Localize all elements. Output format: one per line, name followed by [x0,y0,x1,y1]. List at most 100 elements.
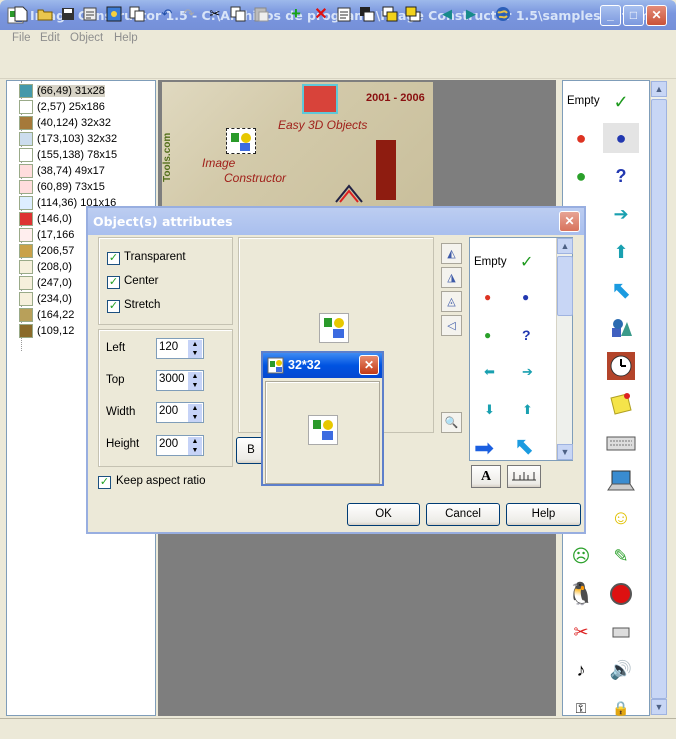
palette-scrollbar[interactable]: ▲ ▼ [650,81,667,715]
copy-icon[interactable] [229,5,247,23]
scroll-thumb[interactable] [557,256,573,316]
tree-item[interactable]: (66,49) 31x28 [19,83,105,99]
scroll-thumb[interactable] [651,99,667,699]
menu-object[interactable]: Object [70,32,103,44]
tree-item[interactable]: (17,166 [19,227,74,243]
left-input[interactable] [159,341,187,353]
add-icon[interactable]: + [287,4,305,23]
green-dot-icon[interactable]: ● [484,328,491,342]
big-arrow-up-left-icon[interactable]: ⬉ [514,432,534,461]
arrow-right-icon[interactable]: ➔ [522,364,533,380]
keep-aspect-checkbox[interactable]: ✓ [98,476,111,489]
note-icon[interactable] [603,389,639,419]
tree-item[interactable]: (109,12 [19,323,74,339]
scroll-up-icon[interactable]: ▲ [651,81,667,97]
flip-up-icon[interactable]: ◭ [441,243,462,264]
send-back-icon[interactable] [404,5,422,23]
tree-item[interactable]: (247,0) [19,275,72,291]
flip-left-icon[interactable]: ◁ [441,315,462,336]
height-spinner[interactable]: ▲ ▼ [156,435,204,456]
red-button-icon[interactable] [603,579,639,609]
spin-down-icon[interactable]: ▼ [188,413,202,422]
tree-item[interactable]: (173,103) 32x32 [19,131,117,147]
font-button[interactable]: A [471,465,501,488]
sad-face-icon[interactable]: ☹ [563,541,599,571]
red-dot-icon[interactable]: ● [484,290,491,304]
question-icon[interactable]: ? [522,327,531,343]
paste-icon[interactable] [252,5,270,23]
spin-down-icon[interactable]: ▼ [188,446,202,455]
dialog-palette-list[interactable]: Empty ✓ ● ● ● ? ⬅ ➔ ⬇ ⬆ ➡ ⬉ ▲ ▼ [469,237,573,462]
speaker-icon[interactable]: 🔊 [603,655,639,685]
music-note-icon[interactable]: ♪ [563,655,599,685]
checkmark-icon[interactable]: ✓ [603,87,639,117]
help-button[interactable]: Help [506,503,581,526]
spin-up-icon[interactable]: ▲ [188,404,202,413]
spin-up-icon[interactable]: ▲ [188,340,202,349]
cancel-button[interactable]: Cancel [426,503,500,526]
spin-up-icon[interactable]: ▲ [188,372,202,381]
checkmark-icon[interactable]: ✓ [520,252,533,272]
laptop-icon[interactable] [603,465,639,495]
zoom-icon[interactable]: 🔍 [441,412,462,433]
small-arrow-up-icon[interactable]: ⬆ [603,237,639,267]
top-input[interactable] [159,373,187,385]
properties-icon[interactable] [81,5,99,23]
keyboard-icon[interactable] [603,427,639,457]
tree-item[interactable]: (38,74) 49x17 [19,163,105,179]
tree-item[interactable]: (164,22 [19,307,74,323]
arrow-left-icon[interactable]: ◀ [438,5,456,23]
scroll-up-icon[interactable]: ▲ [557,238,573,254]
left-spinner[interactable]: ▲ ▼ [156,338,204,359]
spin-down-icon[interactable]: ▼ [188,349,202,358]
small-keyboard-icon[interactable] [603,617,639,647]
save-icon[interactable] [59,5,77,23]
clock-icon[interactable] [603,351,639,381]
blue-dot-icon[interactable]: ● [522,290,529,304]
center-checkbox[interactable]: ✓ [107,276,120,289]
tree-item[interactable]: (206,57 [19,243,74,259]
clipboard-icon[interactable] [335,5,353,23]
flip-diagonal-icon[interactable]: ◮ [441,267,462,288]
spin-up-icon[interactable]: ▲ [188,437,202,446]
3d-shapes-icon[interactable] [603,313,639,343]
ruler-button[interactable] [507,465,541,488]
scissors-icon[interactable]: ✂ [563,617,599,647]
big-arrow-icon[interactable]: ⬉ [603,275,639,305]
globe-icon[interactable] [494,5,512,23]
tree-item[interactable]: (234,0) [19,291,72,307]
question-icon[interactable]: ? [603,161,639,191]
copy-image-icon[interactable] [128,5,146,23]
tree-item[interactable]: (208,0) [19,259,72,275]
scroll-down-icon[interactable]: ▼ [557,444,573,460]
close-button[interactable]: ✕ [646,5,667,26]
tree-item[interactable]: (60,89) 73x15 [19,179,105,195]
delete-icon[interactable]: ✕ [312,5,330,23]
menu-edit[interactable]: Edit [40,32,60,44]
top-spinner[interactable]: ▲ ▼ [156,370,204,391]
green-dot-icon[interactable]: ● [563,161,599,191]
transparent-checkbox[interactable]: ✓ [107,252,120,265]
open-icon[interactable] [36,5,54,23]
flip-horizontal-icon[interactable]: ◬ [441,291,462,312]
scroll-down-icon[interactable]: ▼ [651,699,667,715]
penguin-icon[interactable]: 🐧 [563,579,599,609]
selected-object[interactable] [226,128,256,154]
cut-icon[interactable]: ✂ [206,5,224,23]
tree-item[interactable]: (40,124) 32x32 [19,115,111,131]
tree-item[interactable]: (2,57) 25x186 [19,99,105,115]
bring-front-icon[interactable] [381,5,399,23]
width-spinner[interactable]: ▲ ▼ [156,402,204,423]
maximize-button[interactable]: □ [623,5,644,26]
pin-icon[interactable]: ✎ [603,541,639,571]
canvas-image[interactable]: 2001 - 2006 Easy 3D Objects Image Constr… [162,82,433,207]
stretch-checkbox[interactable]: ✓ [107,300,120,313]
arrow-right-icon[interactable]: ▶ [462,5,480,23]
preview-icon[interactable] [105,5,123,23]
arrow-left-icon[interactable]: ⬅ [484,364,495,380]
ok-button[interactable]: OK [347,503,420,526]
width-input[interactable] [159,405,187,417]
dialog-list-scrollbar[interactable]: ▲ ▼ [556,238,573,460]
mini-close-button[interactable]: ✕ [359,355,379,375]
height-input[interactable] [159,438,187,450]
